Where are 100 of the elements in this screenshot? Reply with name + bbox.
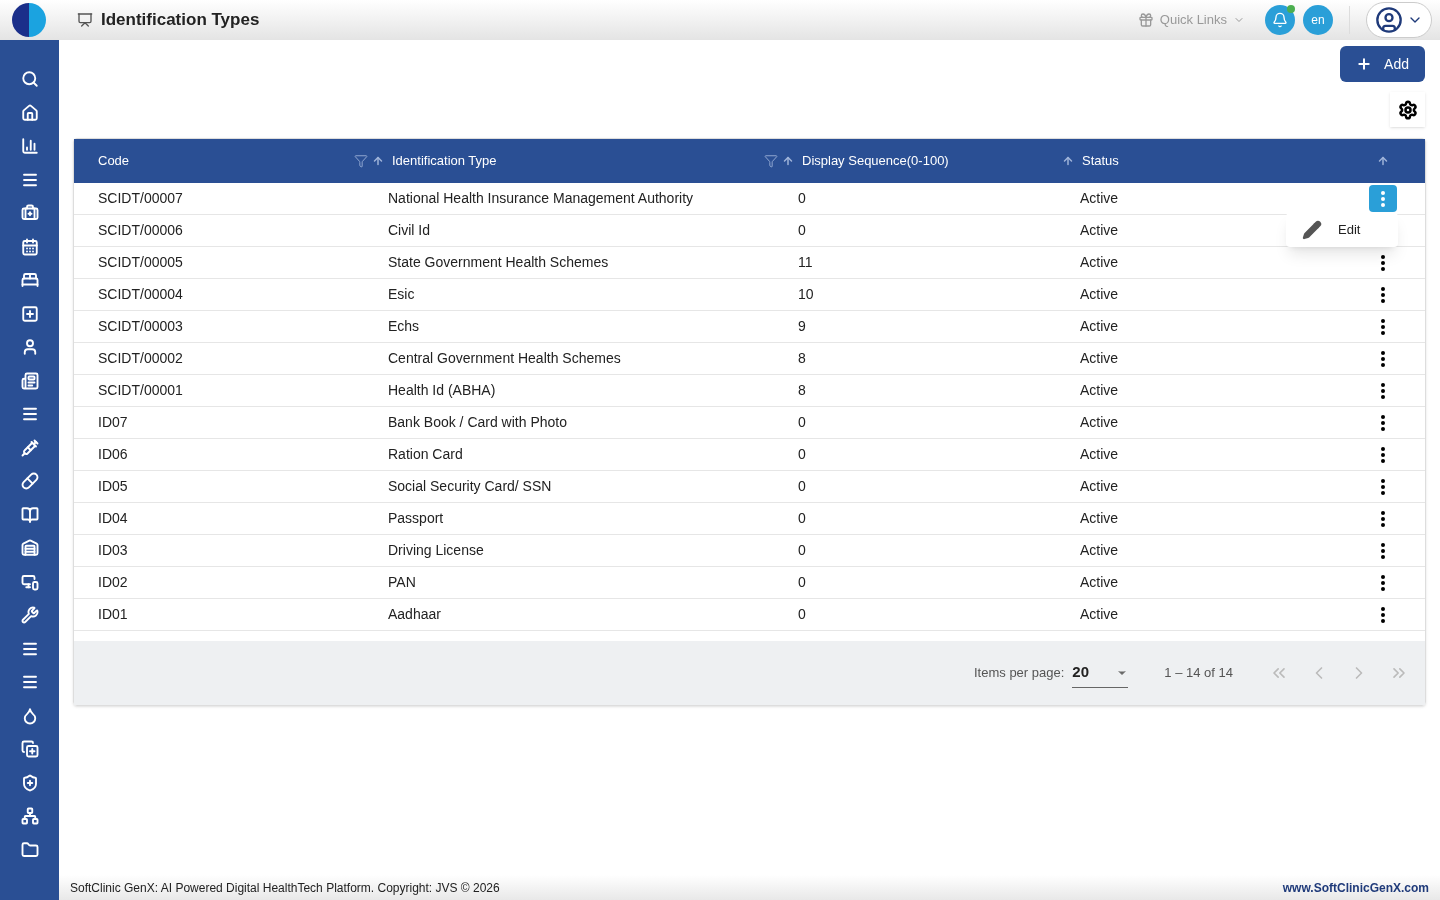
column-header[interactable]: Display Sequence(0-100) xyxy=(764,151,949,171)
table-cell-text: 11 xyxy=(797,253,814,272)
table-cell: Active xyxy=(1080,286,1119,302)
table-cell-text: Social Security Card/ SSN xyxy=(387,477,553,496)
page-size-select[interactable]: 20 xyxy=(1072,658,1129,688)
add-button[interactable]: Add xyxy=(1340,46,1425,82)
settings-button[interactable] xyxy=(1390,92,1425,127)
bar-chart-icon[interactable] xyxy=(20,137,39,155)
medical-bag-icon[interactable] xyxy=(20,204,39,222)
table-cell-text: 0 xyxy=(797,477,807,496)
more-icon xyxy=(1380,318,1385,335)
table-cell-text: ID02 xyxy=(97,573,129,592)
filter-icon xyxy=(764,154,778,168)
book-icon[interactable] xyxy=(20,505,39,524)
menu-icon[interactable] xyxy=(20,673,39,691)
table-cell: Active xyxy=(1080,606,1119,622)
devices-icon[interactable] xyxy=(20,572,39,591)
wrench-icon[interactable] xyxy=(20,606,39,624)
more-icon xyxy=(1380,382,1385,399)
table-cell: Active xyxy=(1080,382,1119,398)
more-icon xyxy=(1380,254,1385,271)
table-cell-text: ID06 xyxy=(97,445,129,464)
notifications-button[interactable] xyxy=(1265,5,1295,35)
table-cell-text: SCIDT/00007 xyxy=(97,189,184,208)
table-cell: Active xyxy=(1080,574,1119,590)
table-cell-text: 0 xyxy=(797,189,807,208)
filter-icon xyxy=(354,154,368,168)
more-icon xyxy=(1380,190,1385,207)
table-cell-text: Aadhaar xyxy=(387,605,442,624)
profile-button[interactable] xyxy=(1366,2,1432,38)
page-title: Identification Types xyxy=(101,9,260,32)
table-cell-text: 8 xyxy=(797,349,807,368)
table-cell: Active xyxy=(1080,254,1119,270)
more-icon xyxy=(1380,286,1385,303)
more-icon xyxy=(1380,446,1385,463)
table-cell-text: PAN xyxy=(387,573,417,592)
table-cell-text: SCIDT/00006 xyxy=(97,221,184,240)
table-cell-text: Civil Id xyxy=(387,221,431,240)
table-cell: Active xyxy=(1080,190,1119,206)
table-cell-text: Driving License xyxy=(387,541,485,560)
menu-icon[interactable] xyxy=(20,405,39,423)
table-cell-text: SCIDT/00002 xyxy=(97,349,184,368)
user-icon xyxy=(1375,6,1403,34)
table-cell-text: Echs xyxy=(387,317,421,336)
logo-icon xyxy=(12,3,46,37)
settings-icon xyxy=(1397,99,1418,120)
menu-item[interactable]: Edit xyxy=(1286,221,1361,239)
shield-icon[interactable] xyxy=(20,773,39,792)
document-icon[interactable] xyxy=(20,371,39,390)
home-icon[interactable] xyxy=(20,103,39,122)
sort-icon xyxy=(782,155,794,167)
search-icon[interactable] xyxy=(20,70,39,88)
plus-square-icon[interactable] xyxy=(20,304,39,323)
table-cell-text: Central Government Health Schemes xyxy=(387,349,622,368)
table-cell-text: ID03 xyxy=(97,541,129,560)
table-cell-text: SCIDT/00001 xyxy=(97,381,184,400)
table-cell: Active xyxy=(1080,478,1119,494)
more-icon xyxy=(1380,510,1385,527)
table-cell: Active xyxy=(1080,414,1119,430)
column-header[interactable]: Code xyxy=(98,151,130,171)
table-cell: Active xyxy=(1080,510,1119,526)
more-icon xyxy=(1380,414,1385,431)
gift-icon xyxy=(1137,12,1154,28)
sort-icon[interactable] xyxy=(1376,155,1389,167)
table-cell: Active xyxy=(1080,318,1119,334)
sort-icon xyxy=(372,155,384,167)
table-cell-text: 0 xyxy=(797,413,807,432)
calendar-icon[interactable] xyxy=(20,237,39,256)
table-cell-text: SCIDT/00003 xyxy=(97,317,184,336)
warehouse-icon[interactable] xyxy=(20,539,39,557)
table-cell-text: SCIDT/00004 xyxy=(97,285,184,304)
more-icon xyxy=(1380,478,1385,495)
network-icon[interactable] xyxy=(20,807,39,825)
bed-icon[interactable] xyxy=(20,271,39,289)
folder-icon[interactable] xyxy=(20,840,39,859)
table-cell-text: Health Id (ABHA) xyxy=(387,381,497,400)
items-per-page-label: Items per page: xyxy=(974,664,1065,683)
website-link[interactable]: www.SoftClinicGenX.com xyxy=(1282,878,1429,897)
table-cell-text: Bank Book / Card with Photo xyxy=(387,413,568,432)
column-header[interactable]: Status xyxy=(1062,151,1119,171)
syringe-icon[interactable] xyxy=(20,438,39,457)
table-cell-text: 0 xyxy=(797,509,807,528)
table-cell-text: Esic xyxy=(387,285,416,304)
table-cell-text: Passport xyxy=(387,509,445,528)
table-cell-text: 0 xyxy=(797,445,807,464)
page-range: 1 – 14 of 14 xyxy=(1164,664,1233,683)
table-cell-text: 8 xyxy=(797,381,807,400)
sort-icon xyxy=(1062,155,1074,167)
column-header[interactable]: Identification Type xyxy=(354,151,497,171)
table-cell: Active xyxy=(1080,446,1119,462)
table-cell-text: SCIDT/00005 xyxy=(97,253,184,272)
pencil-icon xyxy=(1302,220,1322,240)
table-cell-text: National Health Insurance Management Authority xyxy=(387,189,695,208)
table-cell-text: 0 xyxy=(797,573,807,592)
table-cell-text: 10 xyxy=(797,285,815,304)
bell-icon xyxy=(1272,12,1288,28)
table-cell: Active xyxy=(1080,542,1119,558)
copyright-text: SoftClinic GenX: AI Powered Digital HealthTech Platform. Copyright: JVS © 2026 xyxy=(70,879,500,897)
add-copy-icon[interactable] xyxy=(20,740,39,758)
table-cell-text: ID05 xyxy=(97,477,129,496)
